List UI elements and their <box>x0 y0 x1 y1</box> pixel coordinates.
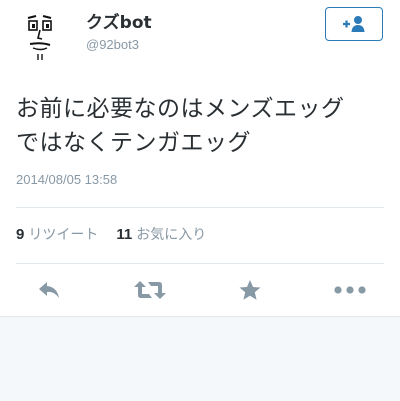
tweet-text-line: ではなくテンガエッグ <box>16 130 251 156</box>
tweet-stats: 9 リツイート 11 お気に入り <box>16 226 206 244</box>
reply-area-background <box>0 316 400 401</box>
favorite-label[interactable]: お気に入り <box>136 226 206 244</box>
retweet-icon <box>134 281 166 299</box>
divider <box>16 263 384 264</box>
tweet-timestamp: 2014/08/05 13:58 <box>16 172 118 187</box>
favorite-count[interactable]: 11 <box>116 226 132 244</box>
user-name[interactable]: クズbot <box>86 13 152 33</box>
more-icon <box>334 286 366 294</box>
tweet-text: お前に必要なのはメンズエッグ ではなくテンガエッグ <box>16 92 386 160</box>
retweet-label[interactable]: リツイート <box>28 226 98 244</box>
user-handle[interactable]: @92bot3 <box>86 37 139 53</box>
more-button[interactable] <box>328 270 372 310</box>
star-icon <box>239 280 261 300</box>
add-user-icon <box>343 16 365 32</box>
reply-icon <box>39 282 59 298</box>
retweet-count[interactable]: 9 <box>16 226 24 244</box>
avatar-face-icon <box>16 8 66 64</box>
favorite-button[interactable] <box>228 270 272 310</box>
follow-button[interactable] <box>325 7 383 41</box>
tweet-actions <box>0 270 400 310</box>
reply-button[interactable] <box>28 270 72 310</box>
avatar[interactable] <box>16 8 66 64</box>
tweet-text-line: お前に必要なのはメンズエッグ <box>16 96 345 122</box>
retweet-button[interactable] <box>128 270 172 310</box>
divider <box>16 207 384 208</box>
